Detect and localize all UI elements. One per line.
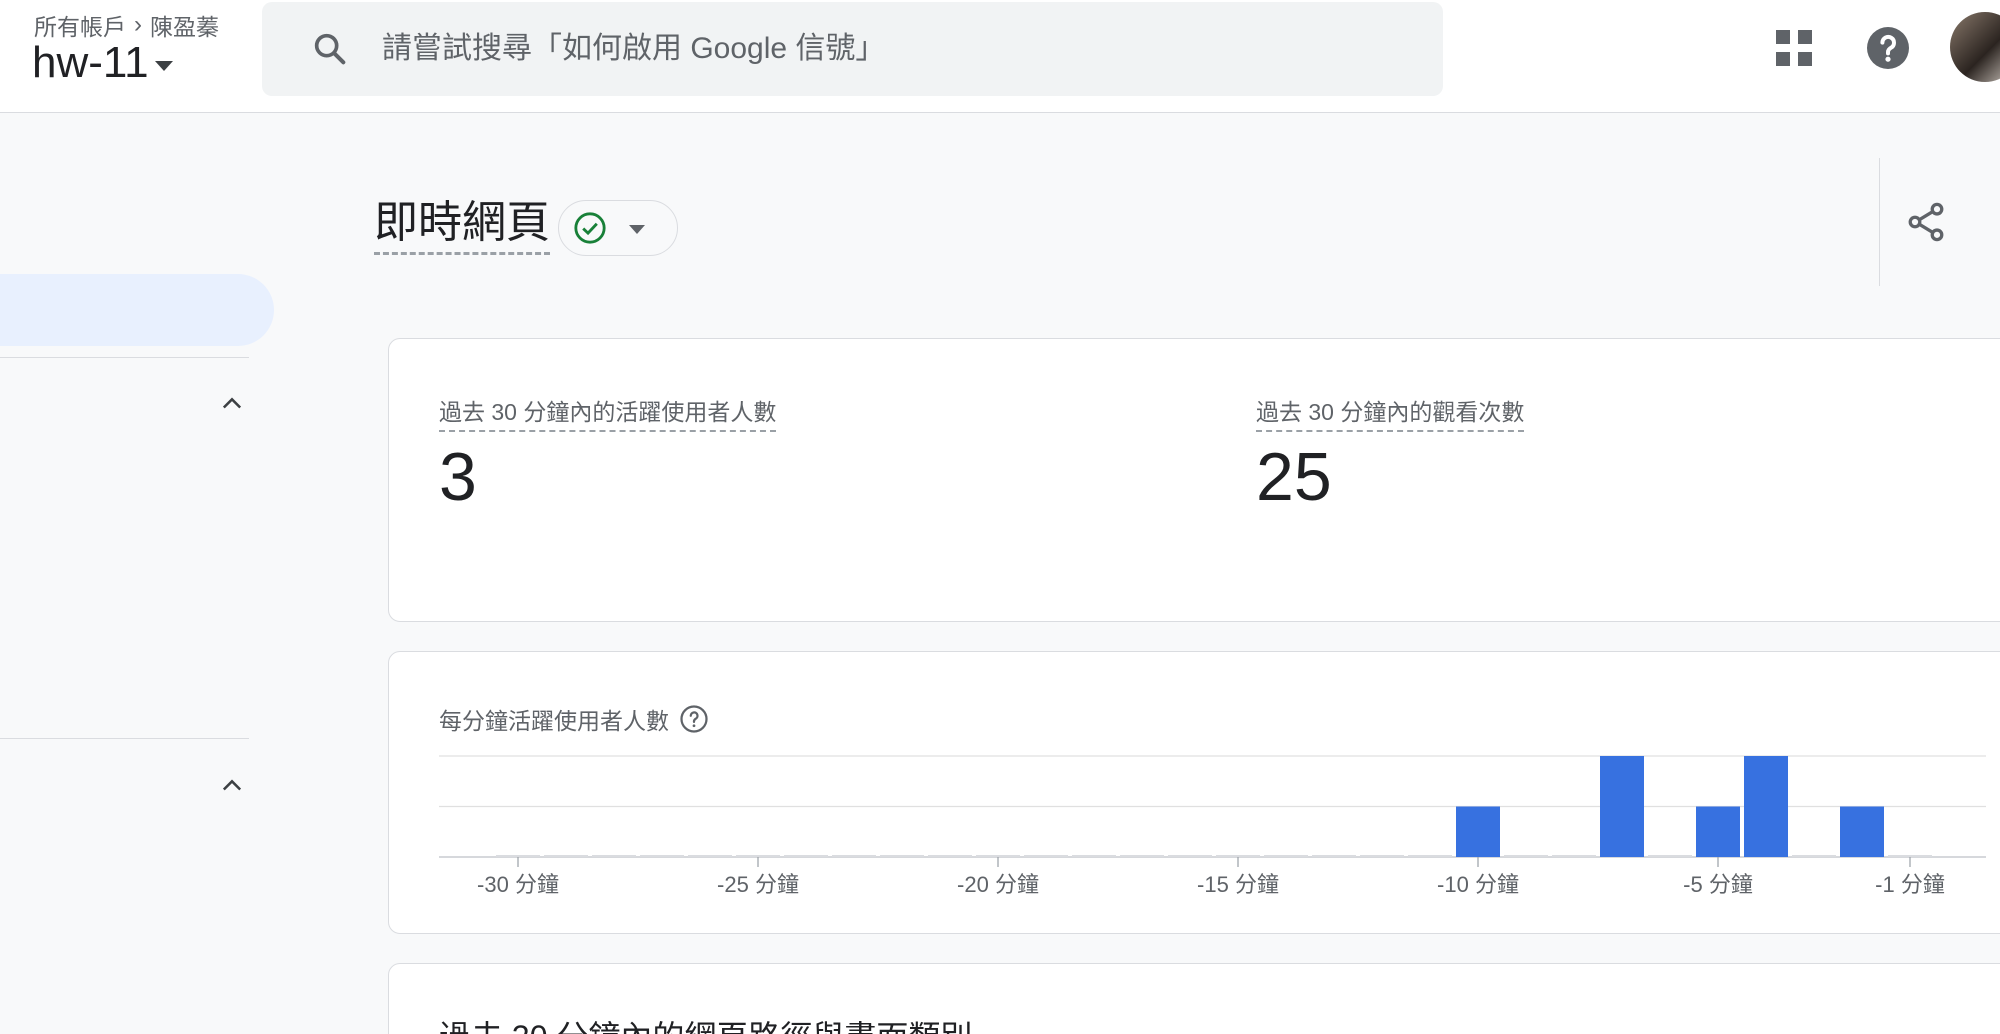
active-users-metric: 過去 30 分鐘內的活躍使用者人數 3	[439, 393, 777, 516]
dropdown-caret-icon	[629, 224, 645, 234]
chart-bar-empty[interactable]	[1552, 855, 1596, 857]
pages-card-title: 過去 30 分鐘內的網頁路徑與畫面類別	[439, 1012, 972, 1034]
chart-bar-empty[interactable]	[736, 855, 780, 857]
apps-grid-icon[interactable]	[1770, 24, 1818, 72]
chart-bar-empty[interactable]	[832, 855, 876, 857]
breadcrumb[interactable]: 所有帳戶 › 陳盈蓁	[34, 8, 219, 42]
chart-bar-empty[interactable]	[1072, 855, 1116, 857]
chart-bar-empty[interactable]	[1024, 855, 1068, 857]
search-bar[interactable]	[262, 2, 1443, 96]
x-tick-label: -15 分鐘	[1197, 872, 1279, 897]
chart-bar-empty[interactable]	[640, 855, 684, 857]
chart-bar[interactable]	[1456, 806, 1500, 858]
check-circle-icon	[574, 212, 606, 244]
views-metric: 過去 30 分鐘內的觀看次數 25	[1256, 393, 1525, 516]
chart-bar[interactable]	[1696, 806, 1740, 858]
chart-bar-empty[interactable]	[1504, 855, 1548, 857]
help-icon[interactable]	[1864, 24, 1912, 72]
breadcrumb-root[interactable]: 所有帳戶	[34, 8, 126, 42]
data-status-chip[interactable]	[558, 200, 678, 256]
search-icon	[314, 33, 346, 65]
toolbar-divider	[1879, 158, 1880, 286]
chart-bar-empty[interactable]	[1408, 855, 1452, 857]
chart-bar-empty[interactable]	[688, 855, 732, 857]
chevron-right-icon: ›	[134, 11, 142, 38]
chart-bar-empty[interactable]	[1648, 855, 1692, 857]
page-title[interactable]: 即時網頁	[374, 196, 550, 255]
pages-card: 過去 30 分鐘內的網頁路徑與畫面類別	[388, 963, 2000, 1034]
chart-bar-empty[interactable]	[592, 855, 636, 857]
metric-label[interactable]: 過去 30 分鐘內的觀看次數	[1256, 393, 1525, 432]
property-name: hw-11	[32, 38, 149, 87]
chart-bar-empty[interactable]	[496, 855, 540, 857]
bar-chart: -30 分鐘 -25 分鐘 -20 分鐘 -15 分鐘 -10 分鐘 -5 分鐘 -1 分鐘	[439, 755, 1986, 897]
x-tick-label: -20 分鐘	[957, 872, 1039, 897]
chart-bar-empty[interactable]	[544, 855, 588, 857]
metrics-card: 過去 30 分鐘內的活躍使用者人數 3 過去 30 分鐘內的觀看次數 25	[388, 338, 2000, 622]
chart-bar-empty[interactable]	[1888, 855, 1932, 857]
chart-bar[interactable]	[1744, 756, 1788, 857]
chart-bar-empty[interactable]	[976, 855, 1020, 857]
property-selector[interactable]: hw-11	[32, 38, 173, 88]
chart-bar-empty[interactable]	[928, 855, 972, 857]
chart-bar-empty[interactable]	[880, 855, 924, 857]
sidebar-divider	[0, 738, 249, 739]
chart-bar-empty[interactable]	[1360, 855, 1404, 857]
x-tick-label: -1 分鐘	[1875, 872, 1945, 897]
chart-bar[interactable]	[1840, 806, 1884, 858]
chevron-up-icon[interactable]	[218, 772, 246, 800]
search-input[interactable]	[382, 32, 1282, 66]
breadcrumb-account[interactable]: 陳盈蓁	[150, 8, 219, 42]
sidebar-divider	[0, 357, 249, 358]
sidebar-active-item[interactable]	[0, 274, 274, 346]
x-tick-label: -30 分鐘	[477, 872, 559, 897]
metric-value: 25	[1256, 439, 1332, 515]
chart-bar-empty[interactable]	[1792, 855, 1836, 857]
dropdown-caret-icon	[154, 61, 173, 71]
x-tick-label: -5 分鐘	[1683, 872, 1753, 897]
chart-bar-empty[interactable]	[1264, 855, 1308, 857]
x-tick-label: -25 分鐘	[717, 872, 799, 897]
chart-bar-empty[interactable]	[1312, 855, 1356, 857]
share-icon[interactable]	[1904, 200, 1948, 244]
active-users-per-minute-card: 每分鐘活躍使用者人數 -30 分鐘 -25 分鐘 -20 分鐘 -15 分鐘 -10 分…	[388, 651, 2000, 934]
metric-label[interactable]: 過去 30 分鐘內的活躍使用者人數	[439, 393, 777, 432]
top-app-bar: 所有帳戶 › 陳盈蓁 hw-11	[0, 0, 2000, 113]
chart-bar-empty[interactable]	[1120, 855, 1164, 857]
chart-bar-empty[interactable]	[1216, 855, 1260, 857]
chart-bar-empty[interactable]	[784, 855, 828, 857]
x-tick-label: -10 分鐘	[1437, 872, 1519, 897]
metric-value: 3	[439, 439, 477, 515]
chart-bar[interactable]	[1600, 756, 1644, 857]
chart-bar-empty[interactable]	[1168, 855, 1212, 857]
chevron-up-icon[interactable]	[218, 390, 246, 418]
avatar[interactable]	[1950, 12, 2000, 82]
